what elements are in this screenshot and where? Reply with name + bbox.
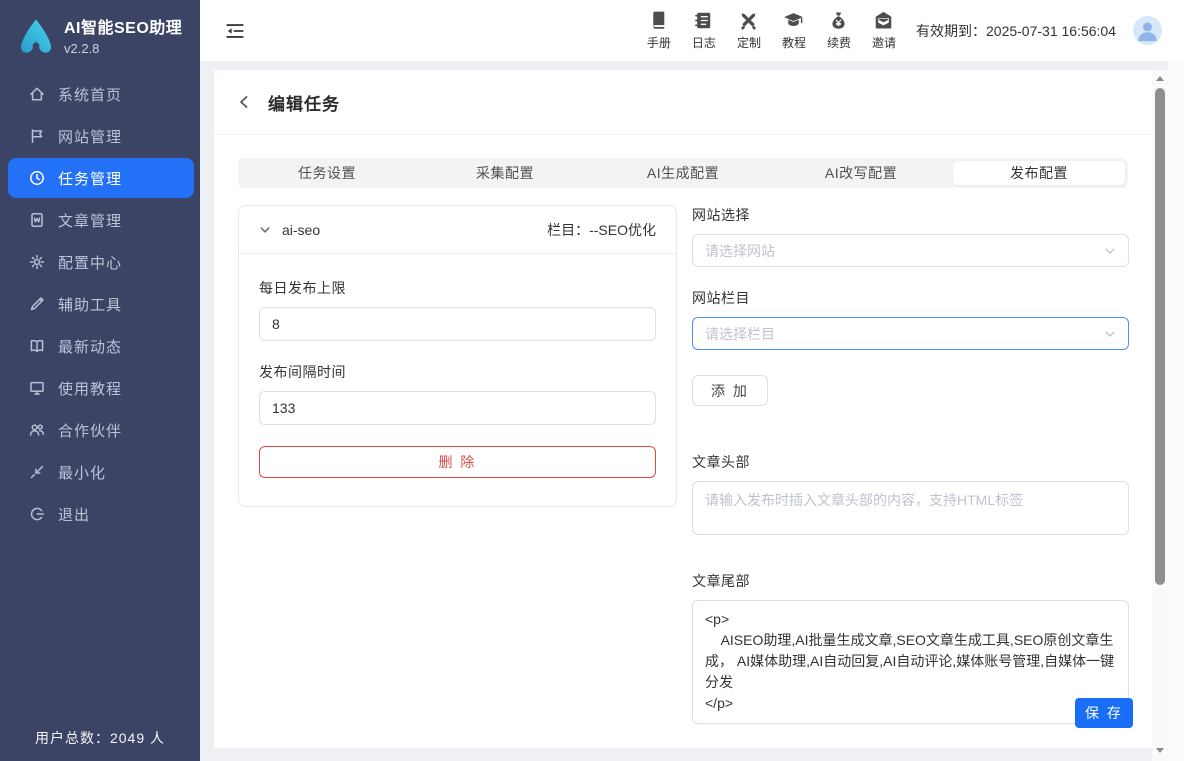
column-select[interactable]: 请选择栏目 (692, 317, 1129, 350)
sidebar-item-tutorial[interactable]: 使用教程 (8, 368, 194, 408)
page-title: 编辑任务 (268, 90, 340, 115)
monitor-icon (28, 379, 46, 397)
sidebar-item-exit[interactable]: 退出 (8, 494, 194, 534)
site-select-placeholder: 请选择网站 (705, 241, 775, 261)
save-button[interactable]: 保 存 (1075, 698, 1133, 728)
article-header-textarea[interactable] (692, 481, 1129, 535)
flag-icon (28, 127, 46, 145)
publish-form: 网站选择 请选择网站 网站栏目 请选择栏目 添 加 文章头部 文章尾部 <p> … (692, 205, 1129, 748)
expiry-text: 有效期到：2025-07-31 16:56:04 (916, 21, 1116, 41)
back-icon[interactable] (237, 95, 251, 109)
menu-fold-icon[interactable] (224, 20, 246, 42)
scrollbar-up-arrow[interactable] (1152, 71, 1168, 85)
app-logo-icon (16, 16, 56, 56)
article-header-label: 文章头部 (692, 452, 1129, 472)
app-window: AI智能SEO助理 v2.2.8 系统首页 网站管理 任务管理 文章管理 (0, 0, 1184, 761)
envelope-icon (873, 10, 894, 31)
people-icon (28, 421, 46, 439)
sidebar-item-config-center[interactable]: 配置中心 (8, 242, 194, 282)
top-bar: 手册 日志 定制 教程 续费 邀请 有效期到：2025- (200, 0, 1184, 61)
chevron-down-icon (1104, 245, 1116, 257)
app-title: AI智能SEO助理 (64, 14, 182, 38)
header-action-log[interactable]: 日志 (692, 10, 716, 51)
tab-bar: 任务设置 采集配置 AI生成配置 AI改写配置 发布配置 (238, 158, 1128, 188)
book-icon (648, 10, 669, 31)
delete-button[interactable]: 删 除 (259, 446, 656, 478)
app-logo: AI智能SEO助理 v2.2.8 (0, 0, 200, 66)
interval-label: 发布间隔时间 (259, 362, 656, 382)
column-select-label: 网站栏目 (692, 288, 1129, 308)
scrollbar-down-arrow[interactable] (1152, 743, 1168, 757)
avatar[interactable] (1133, 16, 1162, 45)
home-icon (28, 85, 46, 103)
sidebar: AI智能SEO助理 v2.2.8 系统首页 网站管理 任务管理 文章管理 (0, 0, 200, 761)
tab-publish-config[interactable]: 发布配置 (953, 161, 1125, 185)
graduation-cap-icon (783, 10, 804, 31)
sidebar-item-partners[interactable]: 合作伙伴 (8, 410, 194, 450)
app-version: v2.2.8 (64, 41, 182, 56)
tab-ai-rewrite-config[interactable]: AI改写配置 (775, 161, 947, 185)
clock-icon (28, 169, 46, 187)
tab-collect-config[interactable]: 采集配置 (419, 161, 591, 185)
tab-ai-generate-config[interactable]: AI生成配置 (597, 161, 769, 185)
sidebar-item-news[interactable]: 最新动态 (8, 326, 194, 366)
main-area: 编辑任务 任务设置 采集配置 AI生成配置 AI改写配置 发布配置 ai-seo (200, 61, 1184, 761)
header-action-invite[interactable]: 邀请 (872, 10, 896, 51)
daily-limit-input[interactable] (259, 307, 656, 341)
header-actions: 手册 日志 定制 教程 续费 邀请 (647, 10, 896, 51)
column-select-placeholder: 请选择栏目 (705, 324, 775, 344)
wrench-icon (28, 295, 46, 313)
right-margin (1168, 61, 1184, 761)
header-action-renew[interactable]: 续费 (827, 10, 851, 51)
logout-icon (28, 505, 46, 523)
task-card-header[interactable]: ai-seo 栏目：--SEO优化 (239, 206, 676, 254)
minimize-arrow-icon (28, 463, 46, 481)
user-icon (1133, 16, 1162, 45)
content-panel: 编辑任务 任务设置 采集配置 AI生成配置 AI改写配置 发布配置 ai-seo (214, 70, 1152, 748)
task-column: ai-seo 栏目：--SEO优化 每日发布上限 发布间隔时间 删 除 (238, 205, 677, 507)
page-header: 编辑任务 (214, 70, 1152, 135)
sidebar-item-article-management[interactable]: 文章管理 (8, 200, 194, 240)
site-select-label: 网站选择 (692, 205, 1129, 225)
task-name: ai-seo (282, 222, 320, 238)
journal-icon (693, 10, 714, 31)
money-bag-icon (828, 10, 849, 31)
interval-input[interactable] (259, 391, 656, 425)
header-action-tutorial[interactable]: 教程 (782, 10, 806, 51)
open-book-icon (28, 337, 46, 355)
article-footer-textarea[interactable]: <p> AISEO助理,AI批量生成文章,SEO文章生成工具,SEO原创文章生成… (692, 600, 1129, 724)
scrollbar-thumb[interactable] (1155, 88, 1165, 585)
header-action-manual[interactable]: 手册 (647, 10, 671, 51)
user-total: 用户总数：2049 人 (0, 728, 200, 748)
sidebar-nav: 系统首页 网站管理 任务管理 文章管理 配置中心 辅助工具 (0, 66, 200, 534)
task-card-body: 每日发布上限 发布间隔时间 删 除 (239, 254, 676, 506)
scrollbar[interactable] (1152, 70, 1168, 761)
crossed-pens-icon (738, 10, 759, 31)
sidebar-item-minimize[interactable]: 最小化 (8, 452, 194, 492)
sidebar-item-tools[interactable]: 辅助工具 (8, 284, 194, 324)
sidebar-item-task-management[interactable]: 任务管理 (8, 158, 194, 198)
tab-task-settings[interactable]: 任务设置 (241, 161, 413, 185)
header-action-custom[interactable]: 定制 (737, 10, 761, 51)
gear-icon (28, 253, 46, 271)
article-footer-label: 文章尾部 (692, 571, 1129, 591)
sidebar-item-home[interactable]: 系统首页 (8, 74, 194, 114)
site-select[interactable]: 请选择网站 (692, 234, 1129, 267)
chevron-down-icon (1104, 328, 1116, 340)
task-column-info: 栏目：--SEO优化 (547, 220, 656, 240)
document-icon (28, 211, 46, 229)
task-card: ai-seo 栏目：--SEO优化 每日发布上限 发布间隔时间 删 除 (238, 205, 677, 507)
sidebar-item-site-management[interactable]: 网站管理 (8, 116, 194, 156)
daily-limit-label: 每日发布上限 (259, 278, 656, 298)
chevron-down-icon[interactable] (259, 224, 271, 236)
add-button[interactable]: 添 加 (692, 375, 768, 406)
